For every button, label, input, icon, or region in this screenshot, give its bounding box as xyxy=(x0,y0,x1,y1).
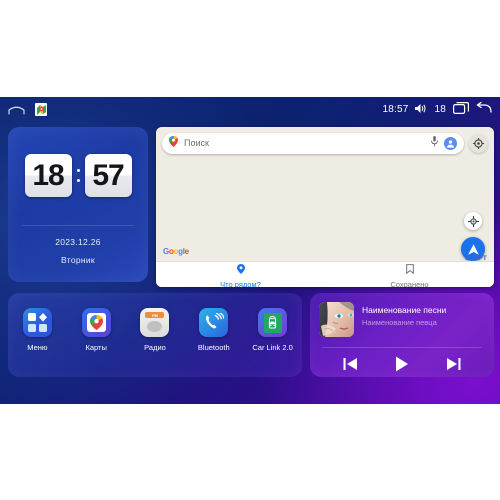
home-icon[interactable] xyxy=(8,104,25,115)
app-bluetooth-label: Bluetooth xyxy=(197,343,230,352)
clock-weekday: Вторник xyxy=(61,255,95,265)
app-radio[interactable]: FM Радио xyxy=(129,308,181,352)
back-icon[interactable] xyxy=(476,101,492,119)
recents-icon[interactable] xyxy=(453,101,469,119)
clock-minutes: 57 xyxy=(84,154,132,197)
app-carlink-label: Car Link 2.0 xyxy=(252,343,293,352)
flip-clock: 18 57 xyxy=(8,154,148,197)
status-bar: 18:57 18 xyxy=(0,97,500,122)
map-pin-icon xyxy=(169,134,178,152)
map-pin-icon xyxy=(236,261,245,279)
map-bottom-tabs: Что рядом? Сохранено xyxy=(156,261,494,287)
app-carlink[interactable]: Car Link 2.0 xyxy=(247,308,299,352)
google-watermark: Google xyxy=(163,247,189,256)
app-menu-label: Меню xyxy=(27,343,48,352)
car-link-icon xyxy=(258,308,288,337)
radio-fm-icon: FM xyxy=(140,308,170,337)
tab-saved[interactable]: Сохранено xyxy=(325,262,494,287)
map-search-bar: Поиск xyxy=(156,127,494,159)
google-maps-icon xyxy=(81,308,111,337)
music-player-widget[interactable]: Наименование песни Наименование певца xyxy=(310,293,494,377)
app-menu[interactable]: Меню xyxy=(11,308,63,352)
bookmark-icon xyxy=(405,261,414,279)
apps-grid-icon xyxy=(22,308,52,337)
app-maps[interactable]: Карты xyxy=(70,308,122,352)
search-placeholder: Поиск xyxy=(184,138,209,148)
clock-hours: 18 xyxy=(24,154,72,197)
account-avatar-icon[interactable] xyxy=(444,136,457,150)
app-radio-label: Радио xyxy=(144,343,166,352)
maps-widget[interactable]: Google Поиск СТАРТ Что рядом? Сохранено xyxy=(156,127,494,287)
music-divider xyxy=(322,347,482,348)
app-maps-label: Карты xyxy=(85,343,107,352)
track-artist: Наименование певца xyxy=(362,318,437,327)
microphone-icon[interactable] xyxy=(431,134,438,152)
status-time: 18:57 xyxy=(382,104,409,115)
volume-level: 18 xyxy=(434,104,446,115)
clock-divider xyxy=(22,225,134,226)
clock-widget[interactable]: 18 57 2023.12.26 Вторник xyxy=(8,127,148,282)
radio-band-label: FM xyxy=(152,312,158,318)
app-dock: Меню Карты FM Радио Bluetooth Car Link 2… xyxy=(8,293,302,377)
tab-saved-label: Сохранено xyxy=(390,279,429,288)
bluetooth-phone-icon xyxy=(199,308,229,337)
settings-gear-icon[interactable] xyxy=(469,133,488,153)
volume-icon[interactable] xyxy=(415,101,427,119)
tab-nearby[interactable]: Что рядом? xyxy=(156,262,325,287)
tab-nearby-label: Что рядом? xyxy=(220,279,261,288)
google-maps-icon[interactable] xyxy=(35,103,47,116)
previous-track-button[interactable] xyxy=(343,357,358,376)
music-controls xyxy=(310,355,494,377)
locate-me-icon[interactable] xyxy=(464,212,482,230)
clock-date: 2023.12.26 xyxy=(55,237,101,247)
search-input[interactable]: Поиск xyxy=(162,132,464,154)
album-art xyxy=(319,302,354,337)
next-track-button[interactable] xyxy=(446,357,461,376)
app-bluetooth[interactable]: Bluetooth xyxy=(188,308,240,352)
clock-colon xyxy=(75,169,82,182)
car-head-unit-screen: 18:57 18 18 57 2023.12.26 Вторник Google… xyxy=(0,97,500,404)
play-button[interactable] xyxy=(395,356,409,377)
track-title: Наименование песни xyxy=(362,305,447,315)
